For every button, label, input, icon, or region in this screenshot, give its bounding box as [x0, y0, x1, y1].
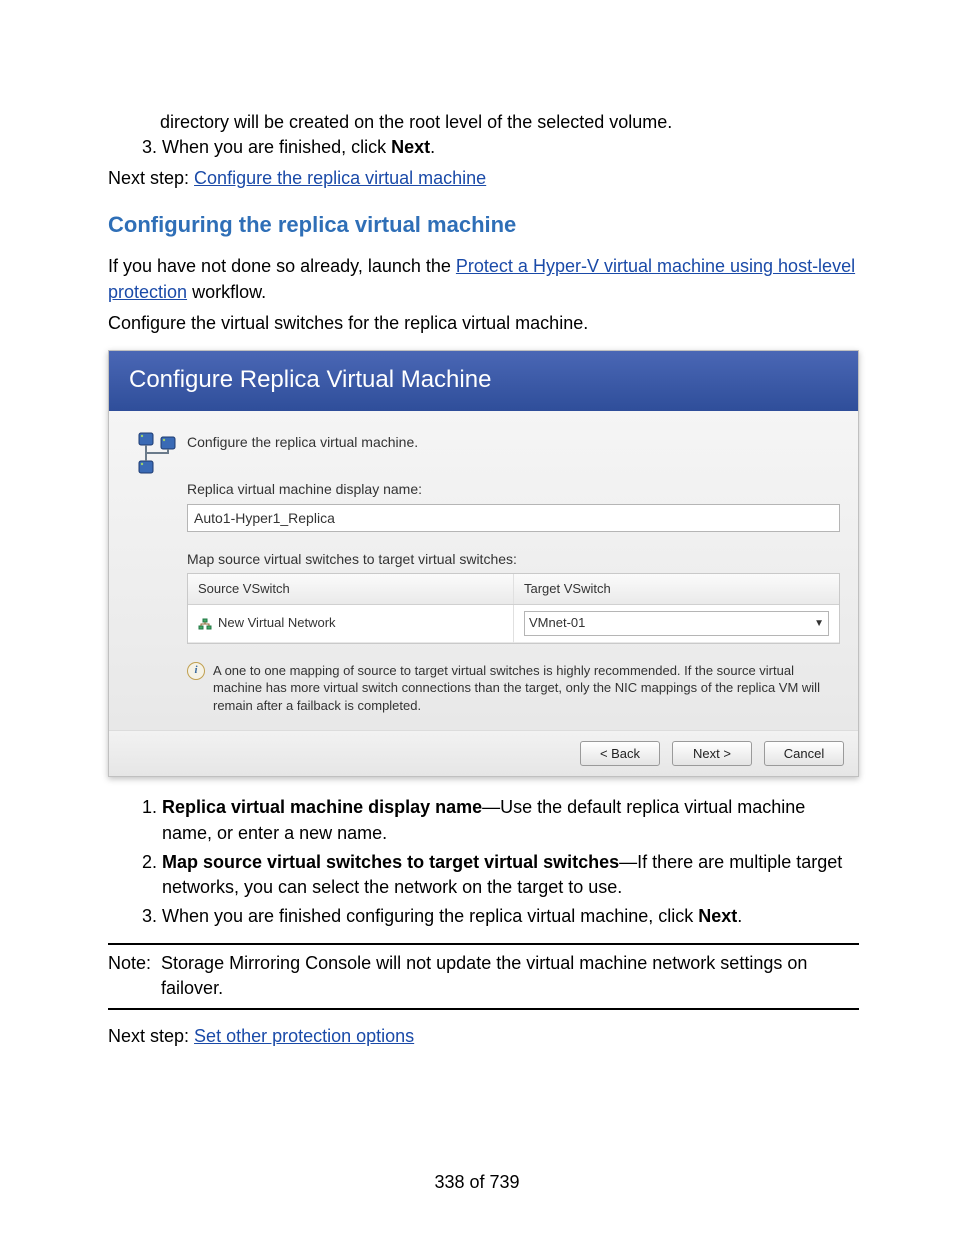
steps-list: Replica virtual machine display name—Use…	[108, 795, 859, 929]
configure-replica-link[interactable]: Configure the replica virtual machine	[194, 168, 486, 188]
set-other-options-link[interactable]: Set other protection options	[194, 1026, 414, 1046]
display-name-label: Replica virtual machine display name:	[187, 480, 840, 500]
next-step-line-2: Next step: Set other protection options	[108, 1024, 859, 1049]
dialog-footer: < Back Next > Cancel	[109, 730, 858, 776]
continuation-text: directory will be created on the root le…	[160, 110, 859, 135]
target-vswitch-dropdown[interactable]: VMnet-01 ▼	[524, 611, 829, 635]
switch-mapping-table: Source VSwitch Target VSwitch	[187, 573, 840, 643]
next-step-line-1: Next step: Configure the replica virtual…	[108, 166, 859, 191]
network-icon	[198, 617, 212, 631]
next-button[interactable]: Next >	[672, 741, 752, 766]
col-target: Target VSwitch	[514, 574, 839, 604]
note-block: Note: Storage Mirroring Console will not…	[108, 943, 859, 1009]
dialog-title: Configure Replica Virtual Machine	[109, 351, 858, 411]
configure-replica-dialog: Configure Replica Virtual Machine Config…	[108, 350, 859, 777]
source-vswitch-value: New Virtual Network	[218, 614, 336, 632]
col-source: Source VSwitch	[188, 574, 514, 604]
intro-paragraph-2: Configure the virtual switches for the r…	[108, 311, 859, 336]
page-number: 338 of 739	[0, 1170, 954, 1195]
note-label: Note:	[108, 951, 151, 1001]
note-text: Storage Mirroring Console will not updat…	[161, 951, 859, 1001]
intro-paragraph-1: If you have not done so already, launch …	[108, 254, 859, 304]
list-item: Map source virtual switches to target vi…	[162, 850, 859, 900]
intro-steps: When you are finished, click Next.	[108, 135, 859, 160]
chevron-down-icon: ▼	[814, 617, 824, 631]
list-item: Replica virtual machine display name—Use…	[162, 795, 859, 845]
list-item: When you are finished configuring the re…	[162, 904, 859, 929]
display-name-input[interactable]	[187, 504, 840, 532]
cancel-button[interactable]: Cancel	[764, 741, 844, 766]
intro-step-3: When you are finished, click Next.	[162, 135, 859, 160]
info-note: i A one to one mapping of source to targ…	[187, 662, 840, 715]
servers-icon	[127, 431, 187, 723]
table-row: New Virtual Network VMnet-01 ▼	[188, 605, 839, 642]
map-switches-label: Map source virtual switches to target vi…	[187, 550, 840, 570]
back-button[interactable]: < Back	[580, 741, 660, 766]
section-heading: Configuring the replica virtual machine	[108, 210, 859, 241]
dialog-instruction: Configure the replica virtual machine.	[187, 433, 840, 453]
info-icon: i	[187, 662, 205, 680]
